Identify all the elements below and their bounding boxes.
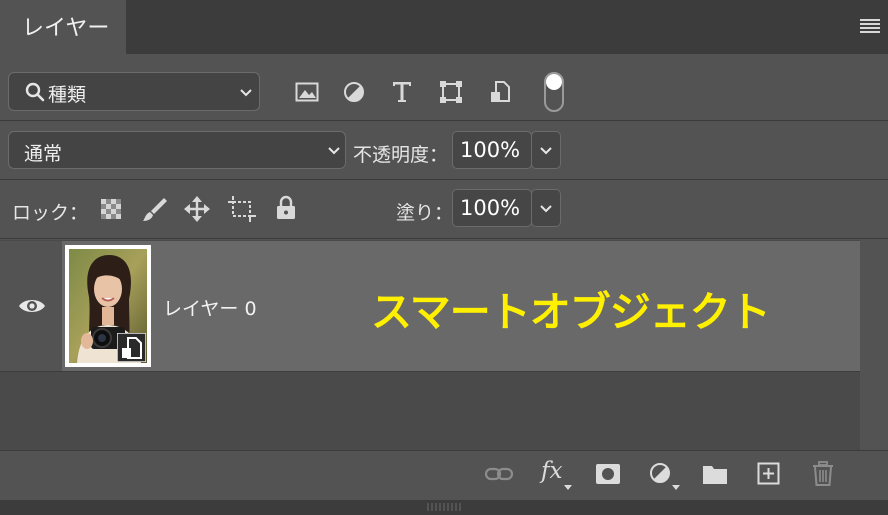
filter-toggle-knob <box>546 74 562 90</box>
image-filter-icon[interactable] <box>295 81 319 103</box>
panel-tab-bar <box>0 0 888 54</box>
lock-all-icon[interactable] <box>276 195 296 221</box>
smart-object-badge-icon <box>117 333 146 362</box>
divider <box>0 179 888 180</box>
new-group-folder-icon[interactable] <box>702 463 728 485</box>
blend-mode-label: 通常 <box>24 143 63 165</box>
fx-menu-indicator-icon <box>564 485 572 490</box>
chevron-down-icon <box>540 205 552 213</box>
lock-transparent-pixels-icon[interactable] <box>100 198 122 220</box>
trash-icon[interactable] <box>812 461 834 487</box>
eye-visibility-icon[interactable] <box>18 296 46 316</box>
layers-footer-toolbar <box>0 450 888 501</box>
adjustment-filter-icon[interactable] <box>343 81 365 103</box>
smart-object-annotation: スマートオブジェクト <box>371 288 771 336</box>
divider <box>0 371 860 372</box>
tab-layers-label: レイヤー <box>22 16 110 41</box>
new-layer-icon[interactable] <box>757 462 780 485</box>
divider <box>0 238 888 239</box>
lock-image-pixels-brush-icon[interactable] <box>142 196 168 222</box>
chevron-down-icon <box>540 147 552 155</box>
divider <box>0 120 888 121</box>
filter-kind-label: 種類 <box>48 84 87 106</box>
panel-menu-icon[interactable] <box>860 19 880 33</box>
scrollbar-track[interactable] <box>860 240 888 450</box>
add-mask-icon[interactable] <box>595 463 621 485</box>
chevron-down-icon <box>328 147 340 155</box>
type-filter-icon[interactable] <box>391 80 413 104</box>
new-adjustment-layer-icon[interactable] <box>649 462 673 486</box>
fill-value: 100% <box>460 196 521 220</box>
fill-label: 塗り： <box>396 202 454 224</box>
chevron-down-icon <box>240 89 252 97</box>
link-icon[interactable] <box>484 465 514 483</box>
layer-name[interactable]: レイヤー 0 <box>163 294 257 321</box>
search-icon <box>25 82 45 102</box>
lock-artboard-nesting-icon[interactable] <box>228 196 256 222</box>
shape-filter-icon[interactable] <box>439 80 463 104</box>
lock-position-move-icon[interactable] <box>184 196 210 222</box>
lock-label: ロック： <box>12 202 89 224</box>
adjustment-menu-indicator-icon <box>672 485 680 490</box>
smart-object-filter-icon[interactable] <box>489 80 511 104</box>
opacity-label: 不透明度： <box>353 144 449 166</box>
opacity-value: 100% <box>460 138 521 162</box>
fx-icon[interactable]: fx <box>541 458 562 484</box>
resize-grip-icon[interactable] <box>426 503 462 511</box>
